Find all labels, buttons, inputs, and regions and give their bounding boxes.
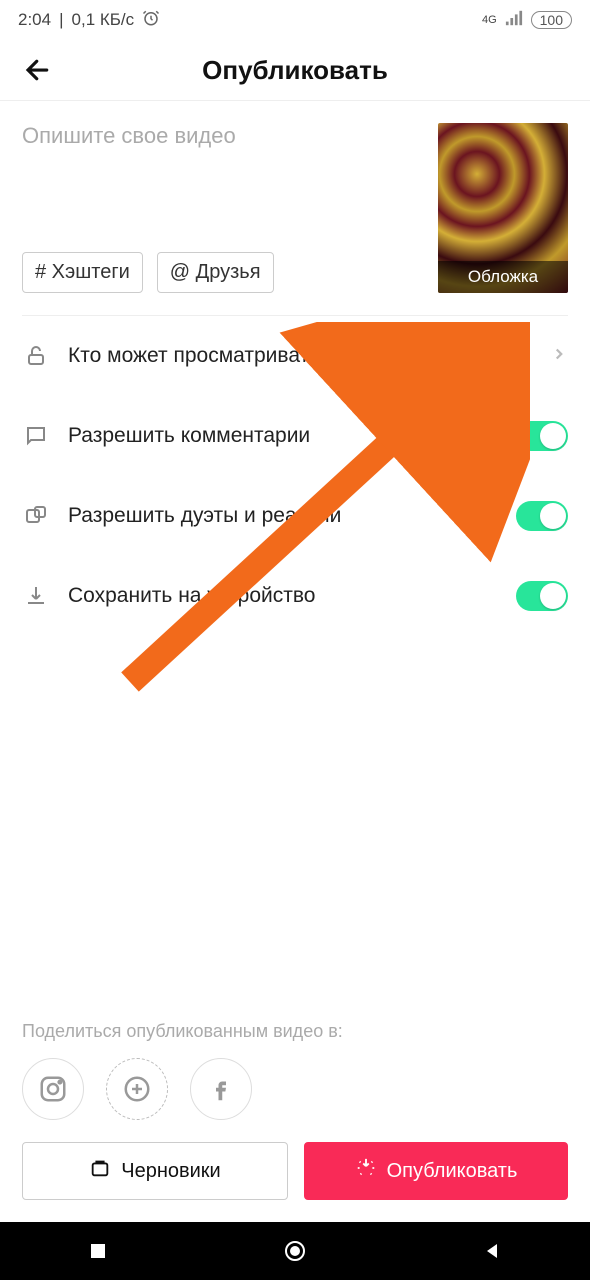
- settings-section: Кто может просматривать это видео Все Ра…: [0, 316, 590, 636]
- duets-toggle[interactable]: [516, 501, 568, 531]
- privacy-label: Кто может просматривать это видео: [68, 344, 476, 368]
- nav-recent-icon[interactable]: [83, 1236, 113, 1266]
- publish-button[interactable]: Опубликовать: [304, 1142, 568, 1200]
- save-toggle[interactable]: [516, 581, 568, 611]
- comments-row[interactable]: Разрешить комментарии: [22, 396, 568, 476]
- comment-icon: [22, 422, 50, 450]
- friends-chip[interactable]: @ Друзья: [157, 252, 274, 293]
- status-net-speed: 0,1 КБ/с: [72, 10, 135, 30]
- alarm-icon: [142, 9, 160, 32]
- drafts-button[interactable]: Черновики: [22, 1142, 288, 1200]
- duets-row[interactable]: Разрешить дуэты и реакции: [22, 476, 568, 556]
- share-instagram-button[interactable]: [22, 1058, 84, 1120]
- status-bar: 2:04 | 0,1 КБ/с 4G 100: [0, 0, 590, 40]
- comments-label: Разрешить комментарии: [68, 424, 498, 448]
- share-facebook-button[interactable]: [190, 1058, 252, 1120]
- duet-icon: [22, 502, 50, 530]
- header: Опубликовать: [0, 40, 590, 100]
- comments-toggle[interactable]: [516, 421, 568, 451]
- description-input[interactable]: Опишите свое видео: [22, 123, 424, 149]
- download-icon: [22, 582, 50, 610]
- privacy-row[interactable]: Кто может просматривать это видео Все: [22, 316, 568, 396]
- privacy-value: Все: [494, 345, 528, 368]
- drafts-label: Черновики: [121, 1160, 220, 1183]
- hashtag-chip[interactable]: # Хэштеги: [22, 252, 143, 293]
- page-title: Опубликовать: [18, 55, 572, 86]
- android-navbar: [0, 1222, 590, 1280]
- compose-section: Опишите свое видео # Хэштеги @ Друзья Об…: [0, 101, 590, 315]
- video-thumbnail[interactable]: Обложка: [438, 123, 568, 293]
- duets-label: Разрешить дуэты и реакции: [68, 504, 498, 528]
- nav-back-icon[interactable]: [477, 1236, 507, 1266]
- lock-icon: [22, 342, 50, 370]
- share-title: Поделиться опубликованным видео в:: [22, 1021, 568, 1042]
- chevron-right-icon: [550, 345, 568, 368]
- footer: Черновики Опубликовать: [0, 1120, 590, 1222]
- share-add-button[interactable]: [106, 1058, 168, 1120]
- drafts-icon: [89, 1157, 111, 1185]
- save-row[interactable]: Сохранить на устройство: [22, 556, 568, 636]
- status-right: 4G 100: [482, 9, 572, 32]
- save-label: Сохранить на устройство: [68, 584, 498, 608]
- battery-indicator: 100: [531, 11, 572, 29]
- publish-icon: [355, 1157, 377, 1185]
- status-net-type: 4G: [482, 14, 497, 26]
- share-section: Поделиться опубликованным видео в:: [0, 1021, 590, 1120]
- status-left: 2:04 | 0,1 КБ/с: [18, 9, 160, 32]
- status-time: 2:04: [18, 10, 51, 30]
- nav-home-icon[interactable]: [280, 1236, 310, 1266]
- publish-label: Опубликовать: [387, 1160, 518, 1183]
- cover-label[interactable]: Обложка: [438, 261, 568, 293]
- signal-icon: [505, 9, 523, 32]
